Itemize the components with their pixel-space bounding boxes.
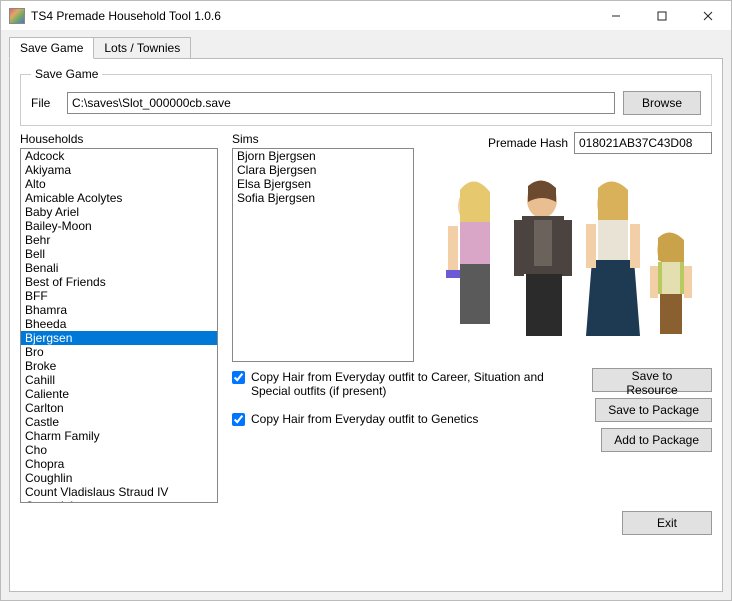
list-item[interactable]: Carlton xyxy=(21,401,217,415)
copy-hair-outfits-label: Copy Hair from Everyday outfit to Career… xyxy=(251,370,578,398)
client-area: Save Game Lots / Townies Save Game File … xyxy=(1,31,731,600)
list-item[interactable]: Bro xyxy=(21,345,217,359)
browse-button[interactable]: Browse xyxy=(623,91,701,115)
list-item[interactable]: Alto xyxy=(21,177,217,191)
tab-strip: Save Game Lots / Townies xyxy=(9,37,723,59)
list-item[interactable]: Akiyama xyxy=(21,163,217,177)
exit-button[interactable]: Exit xyxy=(622,511,712,535)
list-item[interactable]: Amicable Acolytes xyxy=(21,191,217,205)
save-file-group: Save Game File Browse xyxy=(20,67,712,126)
copy-hair-genetics-checkbox[interactable] xyxy=(232,413,245,426)
list-item[interactable]: Benali xyxy=(21,261,217,275)
list-item[interactable]: Sofia Bjergsen xyxy=(233,191,413,205)
list-item[interactable]: Count Vladislaus Straud IV xyxy=(21,485,217,499)
file-label: File xyxy=(31,96,59,110)
list-item[interactable]: Caliente xyxy=(21,387,217,401)
list-item[interactable]: Coughlin xyxy=(21,471,217,485)
sims-listbox[interactable]: Bjorn BjergsenClara BjergsenElsa Bjergse… xyxy=(232,148,414,362)
premade-hash-input[interactable] xyxy=(574,132,712,154)
list-item[interactable]: BFF xyxy=(21,289,217,303)
list-item[interactable]: Broke xyxy=(21,359,217,373)
app-window: TS4 Premade Household Tool 1.0.6 Save Ga… xyxy=(0,0,732,601)
save-file-group-legend: Save Game xyxy=(31,67,102,81)
save-to-package-button[interactable]: Save to Package xyxy=(595,398,712,422)
list-item[interactable]: Clara Bjergsen xyxy=(233,163,413,177)
household-portrait xyxy=(428,162,712,342)
minimize-button[interactable] xyxy=(593,1,639,31)
list-item[interactable]: Elsa Bjergsen xyxy=(233,177,413,191)
households-label: Households xyxy=(20,132,218,146)
households-listbox[interactable]: AdcockAkiyamaAltoAmicable AcolytesBaby A… xyxy=(20,148,218,503)
premade-hash-label: Premade Hash xyxy=(488,136,568,150)
tab-save-game[interactable]: Save Game xyxy=(9,37,94,59)
list-item[interactable]: Bhamra xyxy=(21,303,217,317)
add-to-package-button[interactable]: Add to Package xyxy=(601,428,712,452)
list-item[interactable]: Bjorn Bjergsen xyxy=(233,149,413,163)
close-button[interactable] xyxy=(685,1,731,31)
close-icon xyxy=(703,11,713,21)
list-item[interactable]: Best of Friends xyxy=(21,275,217,289)
list-item[interactable]: Charm Family xyxy=(21,429,217,443)
maximize-button[interactable] xyxy=(639,1,685,31)
list-item[interactable]: Crumplebottom xyxy=(21,499,217,503)
list-item[interactable]: Baby Ariel xyxy=(21,205,217,219)
minimize-icon xyxy=(611,11,621,21)
list-item[interactable]: Bheeda xyxy=(21,317,217,331)
copy-hair-genetics-label: Copy Hair from Everyday outfit to Geneti… xyxy=(251,412,478,426)
app-icon xyxy=(9,8,25,24)
list-item[interactable]: Adcock xyxy=(21,149,217,163)
list-item[interactable]: Behr xyxy=(21,233,217,247)
list-item[interactable]: Cho xyxy=(21,443,217,457)
list-item[interactable]: Bell xyxy=(21,247,217,261)
tab-lots-townies[interactable]: Lots / Townies xyxy=(93,37,191,59)
list-item[interactable]: Castle xyxy=(21,415,217,429)
maximize-icon xyxy=(657,11,667,21)
titlebar: TS4 Premade Household Tool 1.0.6 xyxy=(1,1,731,31)
sims-label: Sims xyxy=(232,132,414,146)
list-item[interactable]: Bailey-Moon xyxy=(21,219,217,233)
window-title: TS4 Premade Household Tool 1.0.6 xyxy=(31,9,593,23)
list-item[interactable]: Bjergsen xyxy=(21,331,217,345)
save-to-resource-button[interactable]: Save to Resource xyxy=(592,368,712,392)
list-item[interactable]: Cahill xyxy=(21,373,217,387)
copy-hair-outfits-checkbox[interactable] xyxy=(232,371,245,384)
tab-page-save-game: Save Game File Browse Households AdcockA… xyxy=(9,58,723,592)
list-item[interactable]: Chopra xyxy=(21,457,217,471)
file-path-input[interactable] xyxy=(67,92,615,114)
